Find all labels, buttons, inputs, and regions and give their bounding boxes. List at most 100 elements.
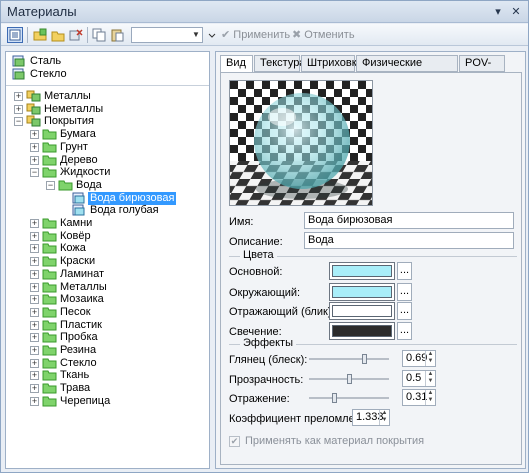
tree-item[interactable]: + Мозаика <box>6 293 206 306</box>
tree-item[interactable]: + Пластик <box>6 319 206 332</box>
tree-item[interactable]: − Вода <box>6 179 206 192</box>
tree-item[interactable]: Вода голубая <box>6 204 206 217</box>
collapse-icon[interactable]: − <box>30 168 39 178</box>
tab-2[interactable]: Штриховка <box>301 55 363 72</box>
transparency-slider-thumb[interactable] <box>347 374 352 384</box>
apply-as-coating-checkbox[interactable]: ✔ <box>229 436 240 447</box>
reflection-slider[interactable] <box>309 397 389 399</box>
expand-icon[interactable]: + <box>30 155 39 165</box>
tree-item-label: Пробка <box>60 331 98 344</box>
delete-icon[interactable] <box>68 27 84 43</box>
emission-color-swatch[interactable] <box>329 322 395 340</box>
open-folder-icon[interactable] <box>50 27 66 43</box>
spin-arrows-icon[interactable]: ▲ ▼ <box>379 410 389 425</box>
tree-item-label: Вода <box>76 178 102 191</box>
tab-3[interactable]: Физические свойства <box>356 55 458 84</box>
tree-item[interactable]: + Грунт <box>6 141 206 154</box>
tree-item-label: Грунт <box>60 140 88 153</box>
close-icon[interactable]: ✕ <box>509 5 523 19</box>
colors-group-label: Цвета <box>240 249 277 261</box>
ambient-color-button[interactable]: ... <box>397 283 412 301</box>
expand-icon[interactable]: + <box>14 104 23 114</box>
expand-icon[interactable]: + <box>30 333 39 343</box>
tree-item[interactable]: Вода бирюзовая <box>6 191 206 205</box>
collapse-icon[interactable]: − <box>46 180 55 190</box>
transparency-spinner[interactable]: 0.5 ▲ ▼ <box>402 370 436 387</box>
window-title: Материалы <box>7 4 77 19</box>
tree-item[interactable]: + Бумага <box>6 128 206 141</box>
expand-icon[interactable]: + <box>30 358 39 368</box>
expand-icon[interactable]: + <box>30 320 39 330</box>
tree-item[interactable]: + Пробка <box>6 331 206 344</box>
base-color-swatch[interactable] <box>329 262 395 280</box>
gloss-slider-thumb[interactable] <box>362 354 367 364</box>
tree-item[interactable]: − Покрытия <box>6 115 206 128</box>
spin-arrows-icon[interactable]: ▲ ▼ <box>425 351 435 366</box>
spin-arrows-icon[interactable]: ▲ ▼ <box>425 371 435 386</box>
name-field[interactable]: Вода бирюзовая <box>304 212 514 229</box>
expand-icon[interactable]: + <box>30 257 39 267</box>
tree-item[interactable]: + Краски <box>6 255 206 268</box>
tree-item[interactable]: + Неметаллы <box>6 103 206 116</box>
specular-color-button[interactable]: ... <box>397 302 412 320</box>
tree-item[interactable]: − Жидкости <box>6 166 206 179</box>
tree-item[interactable]: + Трава <box>6 382 206 395</box>
spin-arrows-icon[interactable]: ▲ ▼ <box>425 390 435 405</box>
tab-strip: ВидТекстураШтриховкаФизические свойстваP… <box>220 55 522 84</box>
description-field[interactable]: Вода <box>304 232 514 249</box>
tree-item[interactable]: + Камни <box>6 217 206 230</box>
reflection-spinner[interactable]: 0.31 ▲ ▼ <box>402 389 436 406</box>
expand-icon[interactable]: + <box>30 295 39 305</box>
tab-4[interactable]: POV-Ray <box>459 55 505 84</box>
copy-icon[interactable] <box>91 27 107 43</box>
tree-item[interactable]: + Черепица <box>6 395 206 408</box>
tree-item[interactable]: + Песок <box>6 306 206 319</box>
ambient-color-swatch[interactable] <box>329 283 395 301</box>
material-icon <box>72 192 87 204</box>
expand-icon[interactable]: + <box>30 384 39 394</box>
expand-icon[interactable]: + <box>30 130 39 140</box>
tree-item[interactable]: + Ковёр <box>6 230 206 243</box>
pin-icon[interactable]: ▾ <box>491 5 505 19</box>
tab-0[interactable]: Вид <box>220 55 253 73</box>
expand-icon[interactable]: + <box>30 219 39 228</box>
folder-icon <box>42 166 57 178</box>
tree-item[interactable]: + Кожа <box>6 242 206 255</box>
paste-icon[interactable] <box>109 27 125 43</box>
emission-color-button[interactable]: ... <box>397 322 412 340</box>
collapse-icon[interactable]: − <box>14 117 23 127</box>
expand-icon[interactable]: + <box>30 371 39 381</box>
apply-button[interactable]: ✔ Применить <box>221 28 290 43</box>
tree-item-label: Резина <box>60 344 97 356</box>
expand-icon[interactable]: + <box>30 244 39 254</box>
dropdown-arrow-icon[interactable] <box>207 27 217 43</box>
expand-icon[interactable]: + <box>30 269 39 279</box>
ior-spinner[interactable]: 1.333 ▲ ▼ <box>352 409 390 426</box>
base-color-button[interactable]: ... <box>397 262 412 280</box>
material-combo[interactable]: ▼ <box>131 27 203 43</box>
tree-item[interactable]: + Металлы <box>6 90 206 103</box>
tree-item[interactable]: + Ткань <box>6 369 206 382</box>
gloss-slider[interactable] <box>309 358 389 360</box>
expand-icon[interactable]: + <box>30 307 39 317</box>
folder-icon <box>42 242 57 254</box>
tree-item[interactable]: + Дерево <box>6 154 206 167</box>
tree-item[interactable]: + Ламинат <box>6 268 206 281</box>
add-material-icon[interactable] <box>32 27 48 43</box>
expand-icon[interactable]: + <box>30 396 39 406</box>
reflection-slider-thumb[interactable] <box>332 393 337 403</box>
expand-icon[interactable]: + <box>30 346 39 355</box>
ambient-color-label: Окружающий: <box>229 287 301 299</box>
specular-color-swatch[interactable] <box>329 302 395 320</box>
tab-1[interactable]: Текстура <box>254 55 305 72</box>
tree-item[interactable]: + Стекло <box>6 357 206 370</box>
list-view-icon[interactable] <box>7 27 23 43</box>
cancel-button[interactable]: ✖ Отменить <box>292 28 355 43</box>
expand-icon[interactable]: + <box>30 231 39 241</box>
gloss-spinner[interactable]: 0.69 ▲ ▼ <box>402 350 436 367</box>
expand-icon[interactable]: + <box>30 282 39 292</box>
expand-icon[interactable]: + <box>30 142 39 152</box>
tree-item[interactable]: + Металлы <box>6 281 206 294</box>
tree-item[interactable]: + Резина <box>6 344 206 357</box>
expand-icon[interactable]: + <box>14 92 23 101</box>
